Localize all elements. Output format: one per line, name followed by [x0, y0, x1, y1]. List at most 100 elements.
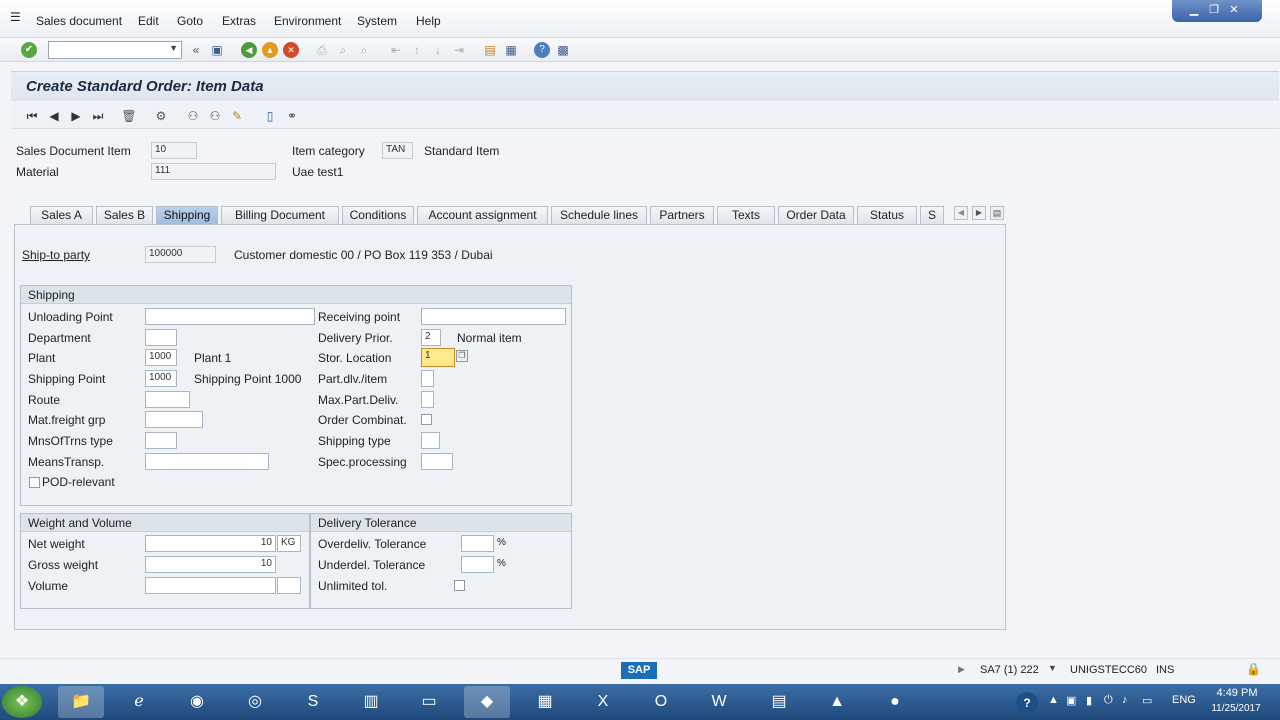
- find-next-icon[interactable]: ⌕: [356, 42, 372, 58]
- find-icon[interactable]: ⌕: [335, 42, 351, 58]
- help-tray-icon[interactable]: ?: [1016, 692, 1038, 714]
- ship-to-party-field[interactable]: 100000: [145, 246, 216, 263]
- tray-expand-icon[interactable]: ▲: [1048, 694, 1059, 706]
- tab-shipping[interactable]: Shipping: [156, 206, 218, 225]
- clock-date[interactable]: 11/25/2017: [1204, 703, 1268, 714]
- outlook-icon[interactable]: O: [638, 686, 684, 718]
- tab-partners[interactable]: Partners: [650, 206, 714, 225]
- pod-relevant-checkbox[interactable]: [29, 477, 40, 488]
- value-help-icon[interactable]: ❐: [456, 350, 468, 362]
- save-icon[interactable]: ▣: [209, 42, 225, 58]
- menu-sales-document[interactable]: Sales document: [36, 14, 122, 28]
- chevron-down-icon[interactable]: ▼: [169, 43, 178, 53]
- route-field[interactable]: [145, 391, 190, 408]
- shipping-point-field[interactable]: 1000: [145, 370, 177, 387]
- tab-more[interactable]: S: [920, 206, 944, 225]
- volume-field[interactable]: [145, 577, 276, 594]
- system-info-dropdown-icon[interactable]: ▼: [1048, 663, 1057, 673]
- underdel-tolerance-field[interactable]: [461, 556, 494, 573]
- print-icon[interactable]: ⎙: [314, 42, 330, 58]
- command-field[interactable]: ▼: [48, 41, 182, 59]
- folder-app-icon[interactable]: ▭: [406, 686, 452, 718]
- net-weight-field[interactable]: 10: [145, 535, 276, 552]
- tab-billing-document[interactable]: Billing Document: [221, 206, 339, 225]
- max-part-deliv-field[interactable]: [421, 391, 434, 408]
- word-icon[interactable]: W: [696, 686, 742, 718]
- receiving-point-field[interactable]: [421, 308, 566, 325]
- tab-conditions[interactable]: Conditions: [342, 206, 414, 225]
- excel-icon[interactable]: X: [580, 686, 626, 718]
- menu-edit[interactable]: Edit: [138, 14, 159, 28]
- tab-sales-a[interactable]: Sales A: [30, 206, 93, 225]
- exit-icon[interactable]: ▲: [262, 42, 278, 58]
- lock-icon[interactable]: 🔒: [1246, 662, 1261, 676]
- department-field[interactable]: [145, 329, 177, 346]
- menu-goto[interactable]: Goto: [177, 14, 203, 28]
- menu-help[interactable]: Help: [416, 14, 441, 28]
- tab-list-icon[interactable]: ▤: [990, 206, 1004, 220]
- tab-order-data[interactable]: Order Data: [778, 206, 854, 225]
- sales-doc-item-field[interactable]: 10: [151, 142, 197, 159]
- firefox-icon[interactable]: ◉: [174, 686, 220, 718]
- first-item-icon[interactable]: ⏮: [24, 108, 40, 124]
- new-session-icon[interactable]: ▤: [482, 42, 498, 58]
- tray-app-icon[interactable]: ▣: [1066, 694, 1076, 707]
- part-dlv-item-field[interactable]: [421, 370, 434, 387]
- weight-unit-field[interactable]: KG: [277, 535, 301, 552]
- item-category-field[interactable]: TAN: [382, 142, 413, 159]
- tab-texts[interactable]: Texts: [717, 206, 775, 225]
- volume-icon[interactable]: ♪: [1122, 694, 1128, 706]
- help-icon[interactable]: ?: [534, 42, 550, 58]
- delete-icon[interactable]: 🗑: [121, 108, 137, 124]
- previous-page-icon[interactable]: ↑: [409, 42, 425, 58]
- collapse-icon[interactable]: «: [188, 42, 204, 58]
- mat-freight-grp-field[interactable]: [145, 411, 203, 428]
- users-icon[interactable]: ⚇: [207, 108, 223, 124]
- spec-processing-field[interactable]: [421, 453, 453, 470]
- tab-schedule-lines[interactable]: Schedule lines: [551, 206, 647, 225]
- last-page-icon[interactable]: ⇥: [451, 42, 467, 58]
- next-item-icon[interactable]: ▶: [68, 108, 84, 124]
- language-indicator[interactable]: ENG: [1172, 694, 1196, 706]
- vlc-icon[interactable]: ▲: [814, 686, 860, 718]
- shortcut-icon[interactable]: ▦: [503, 42, 519, 58]
- network-icon[interactable]: ▭: [1142, 694, 1152, 707]
- skype-icon[interactable]: S: [290, 686, 336, 718]
- enter-check-icon[interactable]: ✔: [21, 42, 37, 58]
- first-page-icon[interactable]: ⇤: [388, 42, 404, 58]
- shipping-type-field[interactable]: [421, 432, 440, 449]
- close-icon[interactable]: ✕: [1226, 3, 1242, 17]
- menu-icon[interactable]: ☰: [10, 10, 24, 24]
- menu-system[interactable]: System: [357, 14, 397, 28]
- chrome-icon[interactable]: ◎: [232, 686, 278, 718]
- internet-explorer-icon[interactable]: ℯ: [116, 686, 162, 718]
- stor-location-field[interactable]: 1: [421, 348, 455, 367]
- unloading-point-field[interactable]: [145, 308, 315, 325]
- previous-item-icon[interactable]: ◀: [46, 108, 62, 124]
- plant-field[interactable]: 1000: [145, 349, 177, 366]
- restore-icon[interactable]: ❐: [1206, 3, 1222, 17]
- next-page-icon[interactable]: ↓: [430, 42, 446, 58]
- tab-scroll-left-icon[interactable]: ◀: [954, 206, 968, 220]
- partners-icon[interactable]: ⚇: [185, 108, 201, 124]
- document-icon[interactable]: ▯: [262, 108, 278, 124]
- power-icon[interactable]: ⏻: [1104, 694, 1113, 707]
- tab-scroll-right-icon[interactable]: ▶: [972, 206, 986, 220]
- status-toggle-icon[interactable]: ▶: [958, 664, 965, 675]
- menu-environment[interactable]: Environment: [274, 14, 341, 28]
- network-app-icon[interactable]: ▦: [522, 686, 568, 718]
- notes-app-icon[interactable]: ▥: [348, 686, 394, 718]
- camera-app-icon[interactable]: ●: [872, 686, 918, 718]
- layout-icon[interactable]: ▩: [555, 42, 571, 58]
- sap-logon-icon[interactable]: ◆: [464, 686, 510, 718]
- configure-icon[interactable]: ⚙: [153, 108, 169, 124]
- means-transp-field[interactable]: [145, 453, 269, 470]
- ship-to-party-label[interactable]: Ship-to party: [22, 248, 90, 262]
- order-combinat-checkbox[interactable]: [421, 414, 432, 425]
- mns-of-trns-type-field[interactable]: [145, 432, 177, 449]
- back-icon[interactable]: ◀: [241, 42, 257, 58]
- gross-weight-field[interactable]: 10: [145, 556, 276, 573]
- volume-unit-field[interactable]: [277, 577, 301, 594]
- tab-account-assignment[interactable]: Account assignment: [417, 206, 548, 225]
- file-explorer-icon[interactable]: 📁: [58, 686, 104, 718]
